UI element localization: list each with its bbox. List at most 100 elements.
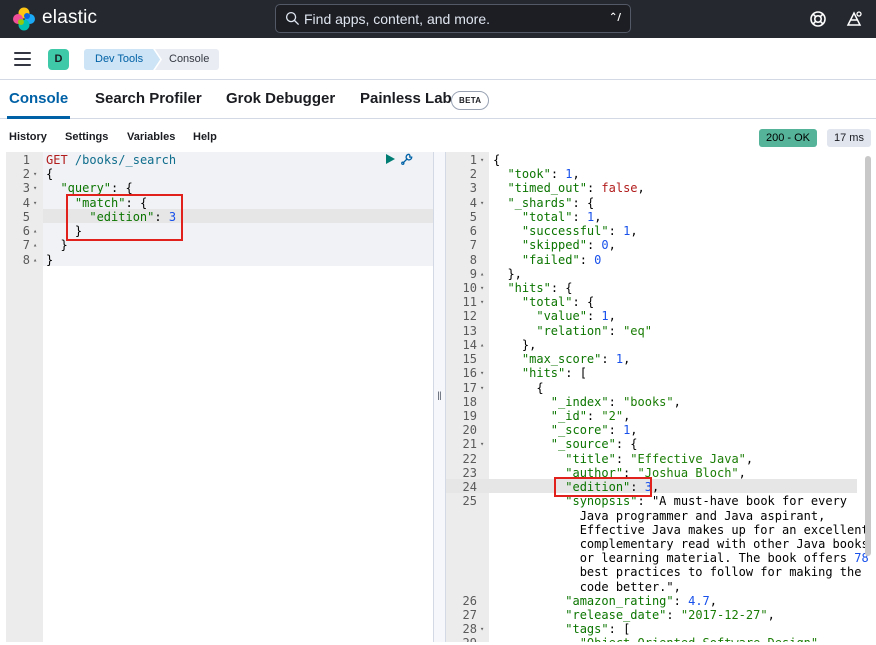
fold-toggle-icon[interactable]: ▾ bbox=[480, 369, 484, 377]
response-scrollbar[interactable] bbox=[865, 156, 871, 556]
fold-toggle-icon[interactable]: ▾ bbox=[480, 284, 484, 292]
line-number: 13 bbox=[462, 323, 477, 338]
tab-search-profiler[interactable]: Search Profiler bbox=[95, 90, 202, 107]
code-line: complementary read with other Java books bbox=[493, 536, 869, 551]
line-number: 27 bbox=[462, 608, 477, 623]
dev-tools-tabs: Console Search Profiler Grok Debugger Pa… bbox=[0, 81, 876, 119]
line-number: 17 bbox=[462, 380, 477, 395]
fold-toggle-icon[interactable]: ▴ bbox=[33, 241, 37, 249]
space-avatar[interactable]: D bbox=[48, 49, 69, 70]
breadcrumb-console: Console bbox=[155, 49, 220, 70]
code-line: }, bbox=[493, 337, 537, 352]
top-header: elastic ⌃/ bbox=[0, 0, 876, 38]
fold-toggle-icon[interactable]: ▾ bbox=[33, 199, 37, 207]
code-line: "synopsis": "A must-have book for every bbox=[565, 494, 848, 509]
history-button[interactable]: History bbox=[9, 131, 47, 143]
fold-toggle-icon[interactable]: ▾ bbox=[33, 184, 37, 192]
help-icon[interactable] bbox=[808, 9, 828, 29]
line-number: 19 bbox=[462, 408, 477, 423]
code-line: Java programmer and Java aspirant, bbox=[493, 508, 826, 523]
line-number: 8 bbox=[469, 252, 477, 267]
code-line: "amazon_rating": 4.7, bbox=[565, 593, 718, 608]
line-number: 29 bbox=[446, 636, 477, 642]
line-number: 9 bbox=[469, 266, 477, 281]
line-number: 7 bbox=[22, 238, 30, 253]
fold-toggle-icon[interactable]: ▴ bbox=[33, 256, 37, 264]
line-number: 1 bbox=[469, 153, 477, 167]
line-number: 5 bbox=[22, 209, 30, 224]
global-search[interactable]: ⌃/ bbox=[275, 4, 631, 33]
code-line: best practices to follow for making the bbox=[493, 565, 862, 580]
code-line: "max_score": 1, bbox=[521, 352, 631, 367]
line-number: 22 bbox=[462, 451, 477, 466]
line-number: 1 bbox=[22, 153, 30, 167]
code-line: "total": { bbox=[521, 295, 595, 310]
line-number: 12 bbox=[462, 309, 477, 324]
tab-painless-lab[interactable]: Painless Lab bbox=[360, 90, 452, 107]
code-line: "failed": 0 bbox=[521, 252, 602, 267]
line-number: 4 bbox=[469, 195, 477, 210]
line-number: 15 bbox=[462, 352, 477, 367]
breadcrumb-bar: D Dev Tools Console bbox=[0, 38, 876, 80]
code-line: "_index": "books", bbox=[550, 394, 681, 409]
line-number: 20 bbox=[462, 423, 477, 438]
highlight-response-edition bbox=[554, 477, 652, 497]
code-line: } bbox=[46, 252, 54, 267]
line-number: 6 bbox=[469, 224, 477, 239]
code-line: "relation": "eq" bbox=[536, 323, 652, 338]
line-number: 8 bbox=[22, 252, 30, 267]
brand-name[interactable]: elastic bbox=[42, 7, 97, 29]
code-line: "tags": [ bbox=[565, 622, 631, 637]
beta-badge: BETA bbox=[451, 91, 490, 110]
status-badge: 200 - OK bbox=[759, 129, 818, 147]
fold-toggle-icon[interactable]: ▾ bbox=[480, 156, 484, 164]
fold-toggle-icon[interactable]: ▴ bbox=[480, 270, 484, 278]
code-line: { bbox=[46, 167, 54, 182]
code-line: "release_date": "2017-12-27", bbox=[565, 608, 775, 623]
code-line: Effective Java makes up for an excellent bbox=[493, 522, 869, 537]
search-input[interactable] bbox=[304, 9, 594, 29]
resizer-grip-icon[interactable]: ‖ bbox=[437, 389, 442, 403]
search-shortcut: ⌃/ bbox=[608, 12, 621, 23]
response-editor[interactable]: 1 ▾{2 "took": 1, 3 "timed_out": false, 4 ▾ "… bbox=[446, 152, 876, 642]
code-line: "title": "Effective Java", bbox=[565, 451, 754, 466]
elastic-logo-icon[interactable] bbox=[12, 7, 36, 31]
line-number: 23 bbox=[462, 465, 477, 480]
news-feed-icon[interactable] bbox=[844, 9, 864, 29]
fold-toggle-icon[interactable]: ▾ bbox=[480, 298, 484, 306]
variables-button[interactable]: Variables bbox=[127, 131, 175, 143]
code-line: "_shards": { bbox=[507, 195, 595, 210]
fold-toggle-icon[interactable]: ▾ bbox=[480, 199, 484, 207]
fold-toggle-icon[interactable]: ▾ bbox=[480, 625, 484, 633]
breadcrumb-dev-tools[interactable]: Dev Tools bbox=[84, 49, 160, 70]
menu-toggle-icon[interactable] bbox=[14, 52, 31, 66]
line-number: 26 bbox=[462, 593, 477, 608]
fold-toggle-icon[interactable]: ▴ bbox=[33, 227, 37, 235]
line-number: 10 bbox=[462, 280, 477, 295]
line-number: 18 bbox=[462, 394, 477, 409]
code-line: "skipped": 0, bbox=[521, 238, 616, 253]
settings-button[interactable]: Settings bbox=[65, 131, 108, 143]
line-number: 24 bbox=[462, 480, 477, 495]
line-number: 14 bbox=[462, 337, 477, 352]
code-line: "timed_out": false, bbox=[507, 181, 645, 196]
code-line: }, bbox=[493, 266, 522, 281]
line-number: 5 bbox=[469, 209, 477, 224]
wrench-icon[interactable] bbox=[400, 151, 415, 166]
line-number: 28 bbox=[462, 622, 477, 637]
line-number: 2 bbox=[22, 167, 30, 182]
request-time-badge: 17 ms bbox=[827, 129, 871, 147]
fold-toggle-icon[interactable]: ▾ bbox=[480, 384, 484, 392]
run-request-icon[interactable] bbox=[384, 153, 396, 165]
fold-toggle-icon[interactable]: ▴ bbox=[480, 341, 484, 349]
fold-toggle-icon[interactable]: ▾ bbox=[480, 440, 484, 448]
code-line: "Object Oriented Software Design", bbox=[493, 636, 826, 642]
search-icon bbox=[285, 11, 300, 26]
code-line: "took": 1, bbox=[507, 167, 580, 182]
code-line: } bbox=[46, 238, 68, 253]
line-number: 16 bbox=[462, 366, 477, 381]
help-button[interactable]: Help bbox=[193, 131, 217, 143]
fold-toggle-icon[interactable]: ▾ bbox=[33, 170, 37, 178]
tab-console[interactable]: Console bbox=[9, 90, 68, 107]
tab-grok-debugger[interactable]: Grok Debugger bbox=[226, 90, 335, 107]
